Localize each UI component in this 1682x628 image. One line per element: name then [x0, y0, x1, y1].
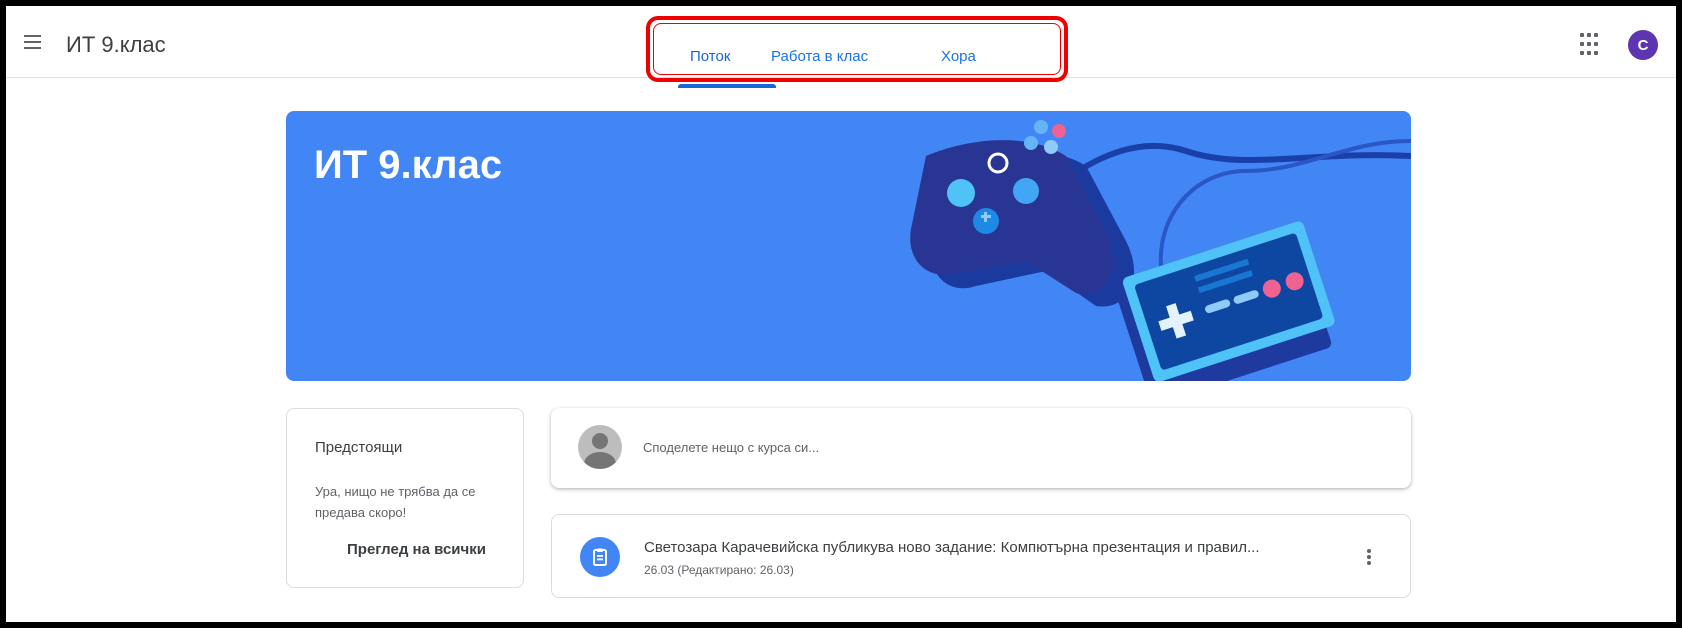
class-title[interactable]: ИТ 9.клас: [66, 32, 166, 58]
tab-bar: Поток Работа в клас Хора: [653, 23, 1061, 88]
share-box[interactable]: Споделете нещо с курса си...: [551, 408, 1411, 488]
page-frame: ИТ 9.клас Поток Работа в клас Хора C ИТ …: [0, 0, 1682, 628]
post-title[interactable]: Светозара Карачевийска публикува ново за…: [644, 539, 1260, 556]
top-bar: ИТ 9.клас Поток Работа в клас Хора C: [6, 6, 1676, 88]
menu-icon[interactable]: [20, 30, 46, 54]
account-avatar[interactable]: C: [1628, 30, 1658, 60]
post-date: 26.03 (Редактирано: 26.03): [644, 563, 794, 577]
assignment-icon: [580, 537, 620, 577]
google-apps-icon[interactable]: [1580, 33, 1604, 57]
tab-bar-highlight: Поток Работа в клас Хора: [646, 16, 1068, 88]
user-avatar: [578, 425, 622, 469]
class-banner: ИТ 9.клас: [286, 111, 1411, 381]
upcoming-message: Ура, нищо не трябва да се предава скоро!: [315, 484, 476, 520]
view-all-link[interactable]: Преглед на всички: [347, 541, 486, 558]
upcoming-title: Предстоящи: [315, 439, 403, 456]
active-tab-indicator: [678, 84, 776, 88]
banner-title[interactable]: ИТ 9.клас: [314, 143, 502, 188]
share-input[interactable]: Споделете нещо с курса си...: [643, 440, 819, 455]
stream-post-partial: [551, 624, 1411, 628]
more-options-icon[interactable]: [1364, 545, 1374, 569]
tab-people[interactable]: Хора: [941, 48, 976, 65]
tab-classwork[interactable]: Работа в клас: [771, 48, 868, 65]
tab-stream[interactable]: Поток: [690, 48, 730, 65]
upcoming-card: Предстоящи Ура, нищо не трябва да се пре…: [286, 408, 524, 588]
stream-post[interactable]: Светозара Карачевийска публикува ново за…: [551, 514, 1411, 598]
